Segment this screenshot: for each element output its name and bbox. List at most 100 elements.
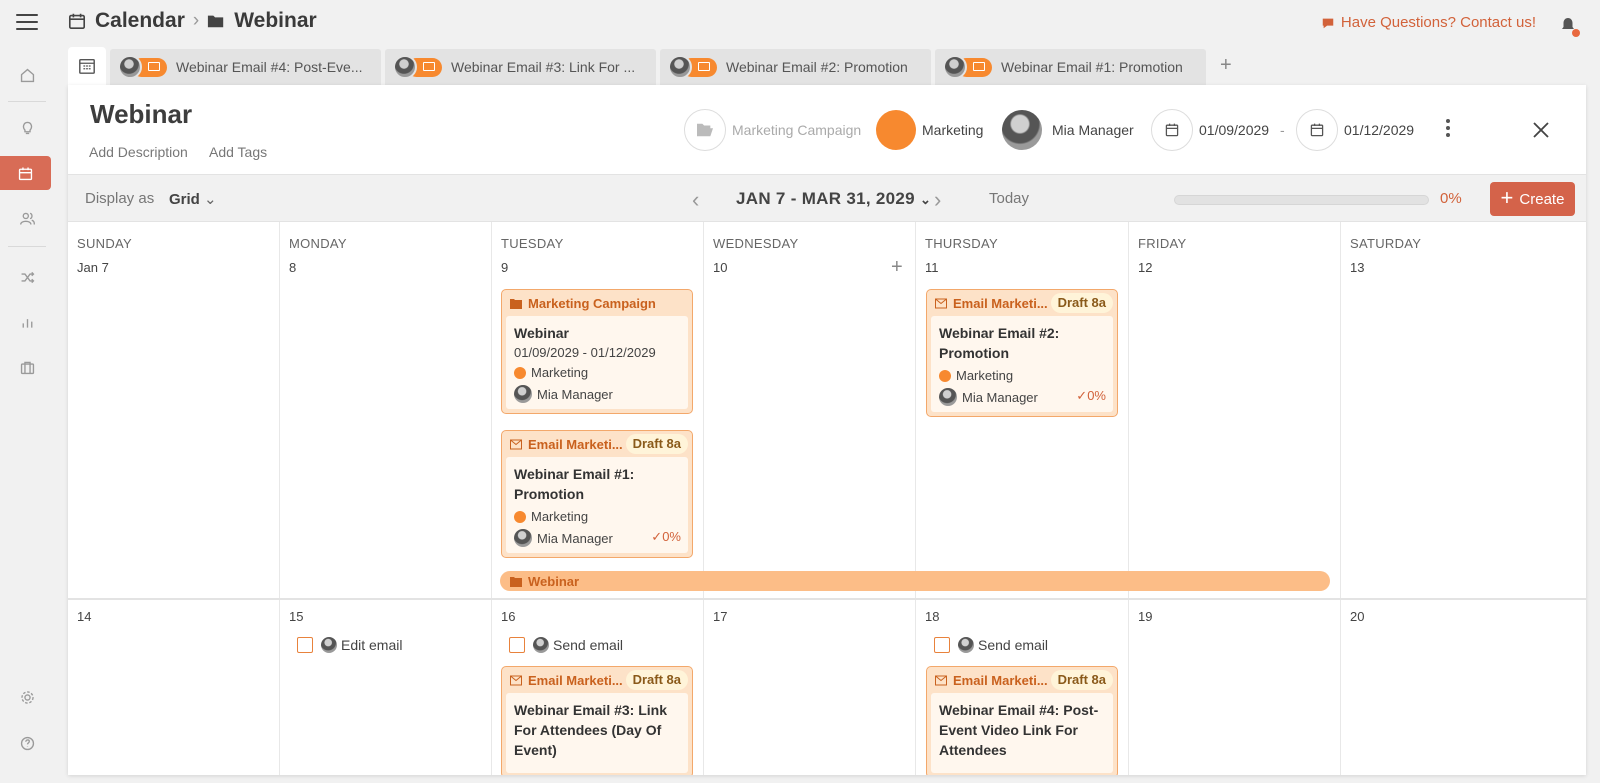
email-owner-badge: [943, 55, 993, 79]
start-date: 01/09/2029: [1199, 122, 1270, 138]
day-number[interactable]: 19: [1138, 609, 1152, 624]
email-card[interactable]: Email Marketi... Draft 8a Webinar Email …: [501, 430, 693, 558]
add-tags-link[interactable]: Add Tags: [209, 144, 267, 160]
more-options-icon[interactable]: [1446, 119, 1450, 140]
card-type: Email Marketi...: [528, 436, 623, 452]
date-range-dropdown[interactable]: JAN 7 - MAR 31, 2029 ⌄: [736, 189, 931, 209]
add-description-link[interactable]: Add Description: [89, 144, 188, 160]
briefcase-icon[interactable]: [7, 350, 47, 384]
next-range-icon[interactable]: ›: [934, 187, 941, 213]
tab-calendar[interactable]: [68, 47, 106, 85]
close-icon[interactable]: [1532, 121, 1550, 139]
card-owner-label: Mia Manager: [962, 389, 1038, 405]
card-team: Marketing: [514, 509, 680, 524]
campaign-span-bar[interactable]: Webinar: [500, 571, 1330, 591]
tab-label: Webinar Email #3: Link For ...: [451, 59, 636, 75]
rail-divider: [8, 246, 46, 247]
day-number[interactable]: 14: [77, 609, 91, 624]
folder-icon: [208, 15, 224, 28]
task-item[interactable]: Edit email: [297, 637, 402, 653]
campaign-card[interactable]: Marketing Campaign Webinar 01/09/2029 - …: [501, 289, 693, 414]
users-icon[interactable]: [7, 201, 47, 235]
folder-icon: [510, 298, 522, 309]
day-number[interactable]: 12: [1138, 260, 1152, 275]
end-date-field[interactable]: 01/12/2029: [1296, 109, 1414, 151]
week-divider: [68, 598, 1586, 600]
bell-icon[interactable]: [1558, 14, 1580, 37]
envelope-icon: [973, 62, 985, 71]
lightbulb-icon[interactable]: [7, 110, 47, 144]
home-icon[interactable]: [7, 58, 47, 92]
avatar: [118, 55, 142, 79]
day-number[interactable]: 9: [501, 260, 508, 275]
create-button[interactable]: + Create: [1490, 182, 1575, 216]
campaign-selector[interactable]: Marketing Campaign: [684, 109, 861, 151]
day-number[interactable]: 8: [289, 260, 296, 275]
email-card[interactable]: Email Marketi... Draft 8a Webinar Email …: [926, 289, 1118, 417]
gear-icon[interactable]: [7, 680, 47, 714]
email-owner-badge: [118, 55, 168, 79]
breadcrumb-calendar[interactable]: Calendar: [95, 9, 185, 33]
task-item[interactable]: Send email: [934, 637, 1048, 653]
card-type: Marketing Campaign: [528, 295, 656, 311]
owner-selector[interactable]: Mia Manager: [1002, 109, 1134, 151]
team-color-dot: [514, 366, 526, 379]
day-number[interactable]: 10: [713, 260, 727, 275]
menu-icon[interactable]: [16, 14, 38, 31]
task-item[interactable]: Send email: [509, 637, 623, 653]
page-title[interactable]: Webinar: [90, 99, 192, 130]
calendar-icon[interactable]: [0, 156, 51, 190]
today-button[interactable]: Today: [989, 190, 1029, 207]
email-card[interactable]: Email Marketi... Draft 8a Webinar Email …: [926, 666, 1118, 775]
tab-email-1[interactable]: Webinar Email #1: Promotion: [935, 49, 1206, 85]
team-selector[interactable]: Marketing: [876, 109, 983, 151]
day-number[interactable]: Jan 7: [77, 260, 109, 275]
day-number[interactable]: 15: [289, 609, 303, 624]
envelope-icon: [935, 298, 947, 308]
card-header: Marketing Campaign: [506, 290, 688, 316]
day-header: THURSDAY: [925, 236, 998, 251]
day-number[interactable]: 20: [1350, 609, 1364, 624]
day-number[interactable]: 13: [1350, 260, 1364, 275]
day-number[interactable]: 18: [925, 609, 939, 624]
campaign-panel: Webinar Add Description Add Tags Marketi…: [68, 85, 1586, 775]
help-icon[interactable]: [7, 726, 47, 760]
tab-email-4[interactable]: Webinar Email #4: Post-Eve...: [110, 49, 381, 85]
task-checkbox[interactable]: [934, 637, 950, 653]
view-dropdown[interactable]: Grid ⌄: [169, 190, 217, 208]
tab-email-2[interactable]: Webinar Email #2: Promotion: [660, 49, 931, 85]
tab-label: Webinar Email #1: Promotion: [1001, 59, 1183, 75]
day-number[interactable]: 11: [925, 260, 939, 275]
date-separator: -: [1280, 122, 1285, 138]
add-event-icon[interactable]: +: [891, 256, 903, 279]
chevron-right-icon: ›: [192, 10, 200, 31]
envelope-icon: [423, 62, 435, 71]
add-tab-icon[interactable]: +: [1220, 54, 1232, 77]
shuffle-icon[interactable]: [7, 260, 47, 294]
day-header: WEDNESDAY: [713, 236, 799, 251]
breadcrumb: Calendar › Webinar: [68, 9, 317, 33]
avatar: [668, 55, 692, 79]
card-progress-value: 0%: [662, 529, 681, 544]
task-checkbox[interactable]: [509, 637, 525, 653]
contact-link[interactable]: Have Questions? Contact us!: [1321, 14, 1536, 31]
envelope-icon: [698, 62, 710, 71]
email-card[interactable]: Email Marketi... Draft 8a Webinar Email …: [501, 666, 693, 775]
task-checkbox[interactable]: [297, 637, 313, 653]
start-date-field[interactable]: 01/09/2029: [1151, 109, 1269, 151]
envelope-icon: [510, 675, 522, 685]
card-type: Email Marketi...: [528, 672, 623, 688]
day-number[interactable]: 16: [501, 609, 515, 624]
day-number[interactable]: 17: [713, 609, 727, 624]
day-header: FRIDAY: [1138, 236, 1187, 251]
tab-email-3[interactable]: Webinar Email #3: Link For ...: [385, 49, 656, 85]
previous-range-icon[interactable]: ‹: [692, 187, 699, 213]
bar-chart-icon[interactable]: [7, 305, 47, 339]
card-title: Webinar Email #1: Promotion: [514, 466, 635, 502]
avatar: [321, 637, 337, 653]
task-label: Send email: [978, 637, 1049, 653]
card-team: Marketing: [514, 365, 680, 380]
card-type: Email Marketi...: [953, 295, 1048, 311]
card-team: Marketing: [939, 368, 1105, 383]
avatar: [393, 55, 417, 79]
